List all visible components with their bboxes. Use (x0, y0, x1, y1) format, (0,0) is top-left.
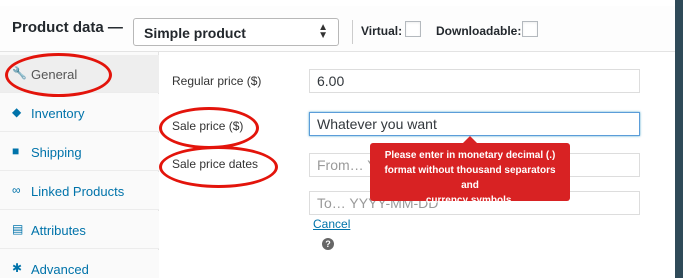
tab-label: Shipping (31, 145, 82, 160)
truck-icon: ■ (12, 144, 20, 158)
list-icon: ▤ (12, 222, 24, 236)
tab-shipping[interactable]: ■ Shipping (0, 133, 159, 171)
virtual-label: Virtual: (361, 24, 403, 38)
error-tooltip: Please enter in monetary decimal (.) for… (370, 143, 570, 206)
header-divider (352, 20, 353, 44)
tab-advanced[interactable]: ✱ Advanced (0, 250, 159, 278)
tab-label: Inventory (31, 106, 85, 121)
select-arrows-icon: ▲ ▼ (318, 22, 328, 41)
tooltip-arrow (463, 136, 477, 143)
screenshot-frame: Product data — Simple product ▲ ▼ Virtual… (0, 0, 683, 278)
tab-attributes[interactable]: ▤ Attributes (0, 211, 159, 249)
link-icon: ∞ (12, 183, 21, 197)
tooltip-line: format without thousand separators and (384, 165, 556, 191)
regular-price-label: Regular price ($) (172, 74, 262, 88)
tooltip-line: Please enter in monetary decimal (.) (384, 150, 556, 161)
product-type-select[interactable]: Simple product ▲ ▼ (133, 18, 339, 46)
panel-header: Product data — Simple product ▲ ▼ Virtual… (0, 6, 675, 52)
downloadable-label: Downloadable: (436, 24, 522, 38)
tab-linked-products[interactable]: ∞ Linked Products (0, 172, 159, 210)
panel-title: Product data — (12, 19, 123, 36)
downloadable-checkbox[interactable] (522, 21, 538, 37)
product-data-panel: Product data — Simple product ▲ ▼ Virtual… (0, 0, 675, 278)
sale-price-input[interactable]: Whatever you want (309, 112, 640, 136)
tab-label: Attributes (31, 223, 86, 238)
help-icon[interactable]: ? (322, 238, 334, 250)
annotation-circle-sale-price (159, 107, 259, 149)
virtual-checkbox[interactable] (405, 21, 421, 37)
product-type-value: Simple product (144, 25, 246, 41)
tab-inventory[interactable]: ◆ Inventory (0, 94, 159, 132)
tag-icon: ◆ (12, 105, 22, 119)
annotation-circle-sale-dates (159, 146, 278, 188)
tab-label: Linked Products (31, 184, 125, 199)
gear-icon: ✱ (12, 261, 23, 275)
tab-label: Advanced (31, 262, 89, 277)
cancel-schedule-link[interactable]: Cancel (313, 217, 350, 231)
annotation-circle-general (5, 53, 112, 97)
regular-price-input[interactable]: 6.00 (309, 69, 640, 93)
tooltip-line: currency symbols. (425, 195, 515, 206)
